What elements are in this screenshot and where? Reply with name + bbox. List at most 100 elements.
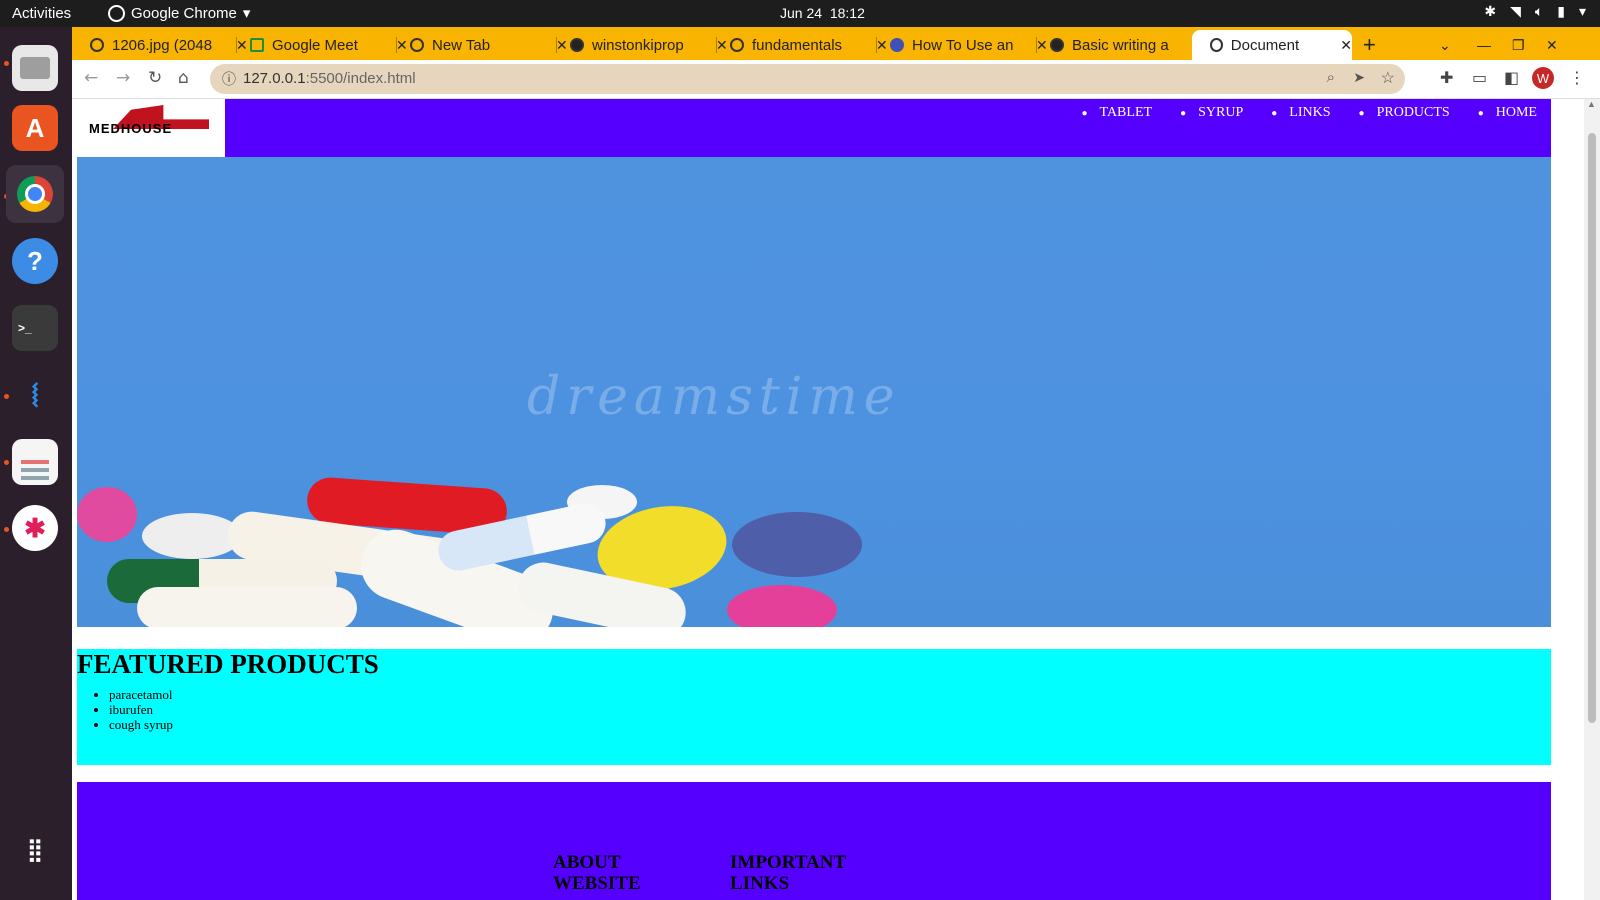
tab-fundamentals[interactable]: fundamentals ✕ [712,30,888,60]
vscode-icon[interactable]: ⧙ [12,372,58,418]
forward-button[interactable]: → [116,68,130,88]
bullet-icon: ● [1081,107,1088,119]
running-indicator [4,394,9,399]
battery-icon[interactable]: ▮ [1557,4,1565,20]
dock: A ? >_ ⧙ ✱ ⣿ [0,27,72,900]
site-logo[interactable]: MEDHOUSE [77,99,225,157]
pill-magenta [727,585,837,627]
chevron-down-icon[interactable]: ▾ [1579,4,1586,20]
back-button[interactable]: ← [84,68,98,88]
maximize-button[interactable]: ❐ [1512,30,1525,60]
nav-item-products[interactable]: ● PRODUCTS [1359,105,1450,121]
tab-title: Basic writing a [1072,36,1169,54]
nav-label: LINKS [1289,105,1331,120]
pill-pink [77,487,137,542]
tab-basic-writing[interactable]: Basic writing a✕ [1032,30,1208,60]
minimize-icon: — [1477,37,1491,53]
nav-label: TABLET [1099,105,1153,120]
chrome-icon[interactable] [6,165,64,223]
show-applications-icon[interactable]: ⣿ [12,827,58,873]
chevron-down-icon: ▾ [242,5,251,22]
tab-title: Google Meet [272,36,358,54]
home-button[interactable]: ⌂ [178,68,189,88]
google-meet-icon [250,38,264,52]
send-icon[interactable]: ➤ [1353,69,1365,86]
zoom-icon[interactable]: ⌕ [1327,69,1335,86]
globe-icon [1210,38,1223,52]
footer-links-heading: IMPORTANT LINKS [730,852,846,894]
tab-document[interactable]: Document ✕ [1192,30,1352,60]
tab-new-tab[interactable]: New Tab ✕ [392,30,568,60]
address-bar[interactable]: ⓘ 127.0.0.1:5500/index.html ⌕ ➤ ☆ [210,64,1405,94]
clock[interactable]: Jun 24 18:12 [780,5,865,21]
tab-strip: 1206.jpg (2048 ✕ Google Meet ✕ New Tab ✕ wi… [72,27,1600,60]
scrollbar-thumb[interactable] [1588,133,1596,723]
globe-icon [90,38,104,52]
activities-button[interactable]: Activities [12,5,71,22]
list-item: cough syrup [109,717,173,732]
tab-github-winstonkiprop[interactable]: winstonkiprop ✕ [552,30,728,60]
list-item: paracetamol [109,687,173,702]
system-tray[interactable]: ✱ ◥ 🔈︎ ▮ ▾ [1484,4,1586,20]
bookmark-star-icon[interactable]: ☆ [1381,68,1395,88]
reload-button[interactable]: ↻ [148,68,162,88]
menu-icon[interactable]: ⋮ [1569,68,1585,87]
footer-about-heading: ABOUT WEBSITE [553,852,641,894]
app-menu-label: Google Chrome [131,4,237,22]
close-window-button[interactable]: ✕ [1546,30,1558,60]
volume-icon[interactable]: 🔈︎ [1535,4,1543,20]
side-panel-icon[interactable]: ◧ [1504,68,1519,87]
url-text: 127.0.0.1:5500/index.html [243,70,416,87]
files-icon[interactable] [12,45,58,91]
tab-1206-jpg[interactable]: 1206.jpg (2048 ✕ [72,30,248,60]
site-header: MEDHOUSE ● TABLET ● SYRUP ● LINKS ● PRODUCTS… [77,99,1551,157]
site-info-icon[interactable]: ⓘ [222,69,236,89]
app-menu[interactable]: Google Chrome ▾ [108,4,250,22]
tab-title: How To Use an [912,36,1014,54]
cast-icon[interactable]: ▭ [1472,68,1487,87]
new-tab-button[interactable]: + [1355,30,1376,60]
ubuntu-software-icon[interactable]: A [12,105,58,151]
page-viewport: MEDHOUSE ● TABLET ● SYRUP ● LINKS ● PRODUCTS… [72,99,1600,900]
browser-toolbar: ← → ↻ ⌂ ⓘ 127.0.0.1:5500/index.html ⌕ ➤ … [72,60,1600,99]
github-icon [570,38,584,52]
tab-google-meet[interactable]: Google Meet ✕ [232,30,408,60]
extensions-icon[interactable]: ✚ [1440,68,1453,87]
time-label: 18:12 [829,5,865,21]
date-label: Jun 24 [780,5,823,21]
site-footer: ABOUT WEBSITE IMPORTANT LINKS [77,782,1551,900]
slack-tray-icon[interactable]: ✱ [1484,4,1496,20]
nav-label: HOME [1495,105,1537,120]
close-icon[interactable]: ✕ [1340,37,1352,54]
scroll-up-icon[interactable]: ▲ [1587,99,1596,109]
nav-item-syrup[interactable]: ● SYRUP [1180,105,1243,121]
help-icon[interactable]: ? [12,238,58,284]
bullet-icon: ● [1180,107,1187,119]
logo-text: MEDHOUSE [89,121,173,136]
page-scrollbar[interactable]: ▲ [1584,99,1600,900]
tab-search-button[interactable]: ⌄ [1439,30,1451,60]
nav-item-links[interactable]: ● LINKS [1271,105,1330,121]
nav-item-tablet[interactable]: ● TABLET [1081,105,1152,121]
profile-avatar[interactable]: W [1532,67,1554,89]
featured-products-list: paracetamol iburufen cough syrup [77,687,173,732]
running-indicator [4,460,9,465]
nav-item-home[interactable]: ● HOME [1478,105,1537,121]
terminal-icon[interactable]: >_ [12,305,58,351]
tab-title: Document [1230,36,1300,54]
plus-icon: + [1363,32,1376,57]
tab-title: New Tab [432,36,491,54]
slack-icon[interactable]: ✱ [12,505,58,551]
system-top-bar: Activities Google Chrome ▾ Jun 24 18:12 … [0,0,1600,27]
bullet-icon: ● [1358,107,1365,119]
url-host: 127.0.0.1 [243,70,306,87]
featured-products-title: FEATURED PRODUCTS [77,649,379,679]
site-icon [890,38,904,52]
minimize-button[interactable]: — [1477,30,1491,60]
bullet-icon: ● [1271,107,1278,119]
wifi-icon[interactable]: ◥ [1510,4,1521,20]
restore-icon: ❐ [1512,36,1525,53]
chrome-small-icon [108,4,125,22]
tab-how-to-use[interactable]: How To Use an ✕ [872,30,1048,60]
document-viewer-icon[interactable] [12,439,58,485]
